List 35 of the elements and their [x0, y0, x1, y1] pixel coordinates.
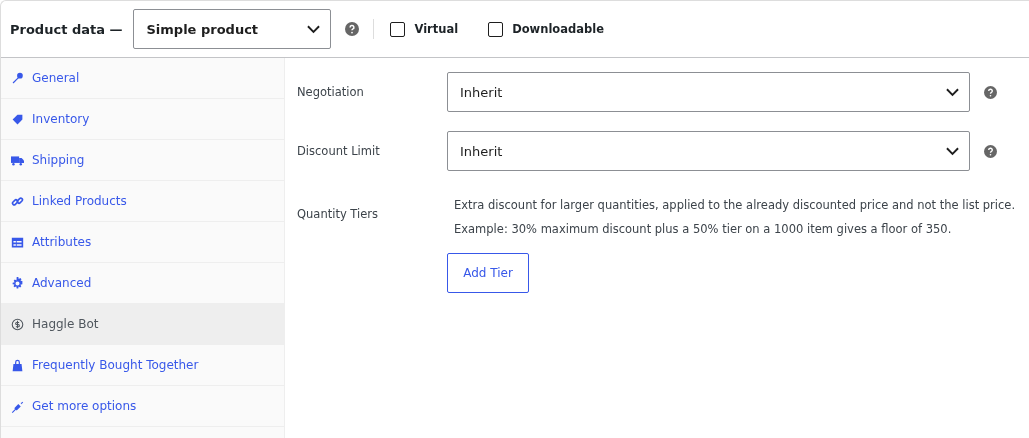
plug-icon: [11, 399, 24, 413]
sidebar-tab[interactable]: Shipping: [1, 140, 284, 181]
sidebar-tab[interactable]: Linked Products: [1, 181, 284, 222]
sidebar-tab[interactable]: Haggle Bot: [1, 304, 284, 345]
description-text: Example: 30% maximum discount plus a 50% tier on a 1000 item gives a floor of 350.: [454, 221, 953, 238]
chevron-icon: [307, 24, 321, 34]
checkbox-option[interactable]: Virtual: [390, 21, 459, 37]
sidebar-tab[interactable]: Inventory: [1, 99, 284, 140]
panel-title: Product data —: [10, 21, 123, 37]
chevron-icon: [946, 87, 959, 97]
add-tier-button[interactable]: Add Tier: [447, 253, 529, 293]
help-icon[interactable]: [345, 22, 360, 36]
checkbox-option[interactable]: Downloadable: [488, 21, 604, 37]
help-icon[interactable]: [984, 85, 997, 99]
tag-icon: [11, 112, 24, 126]
product-type-select[interactable]: Simple product: [133, 9, 332, 49]
truck-icon: [11, 153, 24, 167]
field-label: Negotiation: [297, 85, 365, 99]
sidebar-tab[interactable]: Attributes: [1, 222, 284, 263]
gear-icon: [11, 276, 24, 290]
sidebar-tab[interactable]: Frequently Bought Together: [1, 345, 284, 386]
description-text: Extra discount for larger quantities, applied to the already discounted price and not the list price.: [454, 197, 1016, 214]
help-icon[interactable]: [984, 144, 997, 158]
sidebar-tab[interactable]: General: [1, 58, 284, 99]
field-label: Discount Limit: [297, 144, 381, 158]
wrench-icon: [11, 71, 24, 85]
link-icon: [11, 194, 24, 208]
select-field[interactable]: Inherit: [447, 72, 970, 112]
dollar-icon: [11, 317, 24, 331]
field-label: Quantity Tiers: [297, 207, 379, 221]
select-field[interactable]: Inherit: [447, 131, 970, 171]
bag-icon: [11, 358, 24, 372]
chevron-icon: [946, 146, 959, 156]
sidebar-tab[interactable]: Get more options: [1, 386, 284, 427]
list-icon: [11, 235, 24, 249]
